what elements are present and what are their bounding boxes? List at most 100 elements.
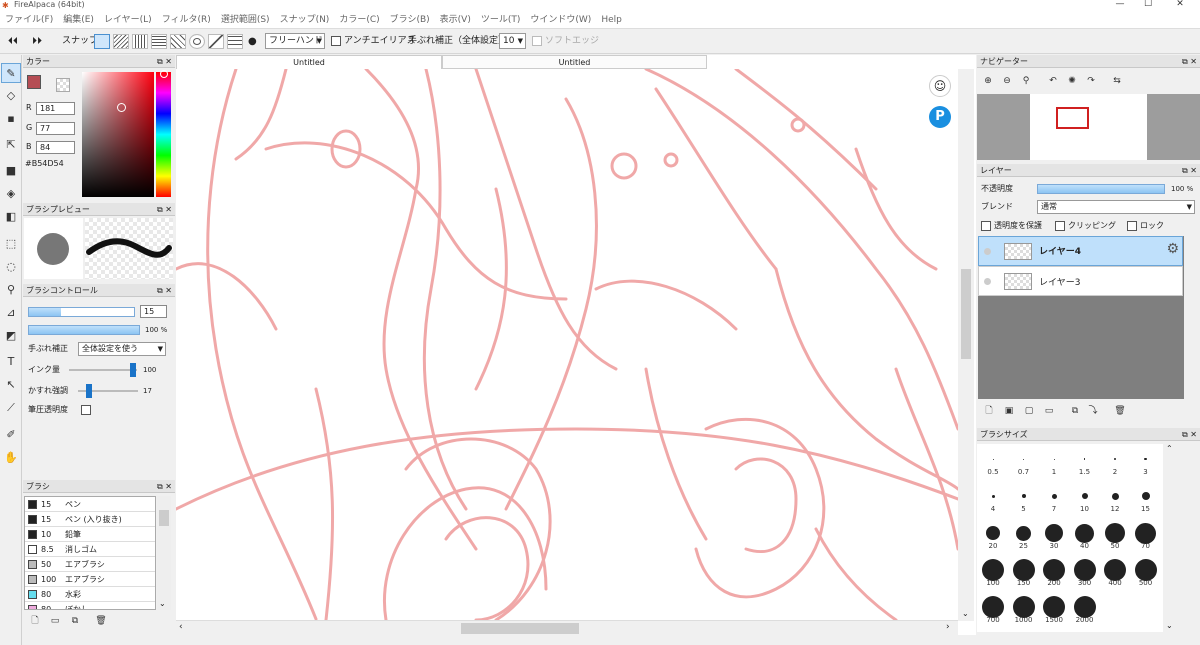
brush-size-cell[interactable]: 7 [1039,483,1069,513]
select-icon[interactable]: ⬚ [1,234,21,254]
trash-icon[interactable]: 🗑 [1114,405,1126,417]
lasso-icon[interactable]: ◌ [1,257,21,277]
brush-size-cell[interactable]: 0.7 [1009,446,1039,476]
ink-slider-track[interactable] [69,369,137,371]
brush-size-cell[interactable]: 20 [978,520,1008,550]
divide-icon[interactable]: ⟋ [1,398,21,418]
new-1bit-layer-icon[interactable]: ▢ [1023,405,1035,417]
canvas-horizontal-scrollbar[interactable]: ‹ › [176,620,958,635]
brush-size-scrollbar[interactable]: ⌃ ⌄ [1163,444,1178,632]
pen-icon[interactable]: ✎ [1,63,21,83]
transparent-color-swatch[interactable] [56,78,70,92]
brush-size-cell[interactable]: 2 [1100,446,1130,476]
menu-snap[interactable]: スナップ(N) [275,12,335,29]
menu-brush[interactable]: ブラシ(B) [385,12,435,29]
snap-grid-icon[interactable] [132,34,148,49]
menu-edit[interactable]: 編集(E) [58,12,99,29]
tab-untitled-2[interactable]: Untitled [442,55,707,69]
panel-controls[interactable]: ⧉ ✕ [157,284,172,297]
drawing-mode-select[interactable]: フリーハンド ▼ [265,33,325,49]
brush-size-cell[interactable]: 25 [1009,520,1039,550]
brush-size-slider[interactable] [28,307,135,317]
zoom-fit-icon[interactable]: ⚲ [1020,75,1032,87]
dot-icon[interactable]: ▪ [1,109,21,129]
chevron-left-icon[interactable]: ‹ [179,622,183,632]
folder-icon[interactable]: ▭ [49,615,61,627]
snap-line-icon[interactable] [208,34,224,49]
eraser-icon[interactable]: ◇ [1,86,21,106]
hue-slider[interactable] [156,70,171,197]
chevron-up-icon[interactable]: ⌃ [1166,444,1173,453]
hue-slider-handle[interactable] [160,70,168,78]
snap-curve-icon[interactable] [227,34,243,49]
antialias-checkbox[interactable]: アンチエイリアス [331,33,416,50]
brush-item[interactable]: 15 ペン [25,497,155,512]
menu-help[interactable]: Help [596,12,627,29]
brush-size-cell[interactable]: 4 [978,483,1008,513]
b-field[interactable]: 84 [36,141,75,154]
undo-icon[interactable]: ⏴⏴ [8,33,18,50]
g-field[interactable]: 77 [36,122,75,135]
brush-size-cell[interactable]: 700 [978,594,1008,624]
protect-alpha-checkbox[interactable]: 透明度を保護 [981,220,1042,232]
scrollbar-thumb[interactable] [961,269,971,359]
brush-size-cell[interactable]: 70 [1131,520,1161,550]
chevron-down-icon[interactable]: ⌄ [962,609,969,618]
layer-row[interactable]: レイヤー3 [978,266,1183,296]
rotate-right-icon[interactable]: ↷ [1085,75,1097,87]
r-field[interactable]: 181 [36,102,75,115]
brush-size-cell[interactable]: 30 [1039,520,1069,550]
visibility-icon[interactable] [984,278,991,285]
brush-size-cell[interactable]: 1000 [1009,594,1039,624]
menu-select[interactable]: 選択範囲(S) [216,12,275,29]
brush-size-cell[interactable]: 400 [1100,557,1130,587]
brush-size-cell[interactable]: 50 [1100,520,1130,550]
brush-size-cell[interactable]: 0.5 [978,446,1008,476]
scrollbar-thumb[interactable] [461,623,579,634]
blend-mode-select[interactable]: 通常 ▼ [1037,200,1195,214]
operation-icon[interactable]: ↖ [1,375,21,395]
pixiv-icon[interactable]: P [929,106,951,128]
gear-icon[interactable]: ⚙ [1166,242,1179,256]
navigator-preview[interactable] [977,94,1200,160]
mascot-icon[interactable]: ☺ [929,75,951,97]
brush-item[interactable]: 80 ぼかし [25,602,155,609]
visibility-icon[interactable] [984,248,991,255]
ink-slider-handle[interactable] [130,363,136,377]
menu-view[interactable]: 表示(V) [435,12,476,29]
menu-color[interactable]: カラー(C) [334,12,384,29]
primary-color-swatch[interactable] [27,75,41,89]
soft-edge-checkbox[interactable]: ソフトエッジ [532,33,599,50]
brush-size-cell[interactable]: 12 [1100,483,1130,513]
snap-parallel-icon[interactable] [113,34,129,49]
chevron-right-icon[interactable]: › [946,622,950,632]
canvas-vertical-scrollbar[interactable]: ⌄ [958,69,974,621]
brush-size-cell[interactable]: 100 [978,557,1008,587]
brush-stabilizer-select[interactable]: 全体設定を使う ▼ [78,342,166,356]
rotate-left-icon[interactable]: ↶ [1047,75,1059,87]
snap-diagonal-icon[interactable] [170,34,186,49]
brush-item[interactable]: 10 鉛筆 [25,527,155,542]
brush-size-cell[interactable]: 2000 [1070,594,1100,624]
magic-wand-icon[interactable]: ⚲ [1,280,21,300]
move-icon[interactable]: ⇱ [1,135,21,155]
hand-icon[interactable]: ✋ [1,448,21,468]
menu-file[interactable]: ファイル(F) [0,12,58,29]
fill-rect-icon[interactable]: ■ [1,161,21,181]
eyedropper-icon[interactable]: ✐ [1,425,21,445]
brush-item[interactable]: 15 ペン (入り抜き) [25,512,155,527]
tab-untitled-1[interactable]: Untitled [176,55,442,69]
brush-list-scrollbar[interactable]: ⌄ [157,496,171,610]
snap-circle-icon[interactable] [189,34,205,49]
select-eraser-icon[interactable]: ◩ [1,326,21,346]
brush-size-cell[interactable]: 1500 [1039,594,1069,624]
brush-size-field[interactable]: 15 [140,305,167,318]
menu-window[interactable]: ウインドウ(W) [525,12,596,29]
lock-checkbox[interactable]: ロック [1127,220,1164,232]
panel-controls[interactable]: ⧉ ✕ [1182,164,1197,177]
brush-size-cell[interactable]: 15 [1131,483,1161,513]
text-icon[interactable]: T [1,352,21,372]
brush-size-cell[interactable]: 10 [1070,483,1100,513]
panel-controls[interactable]: ⧉ ✕ [157,203,172,216]
new-layer-icon[interactable]: 🗋 [983,405,995,417]
